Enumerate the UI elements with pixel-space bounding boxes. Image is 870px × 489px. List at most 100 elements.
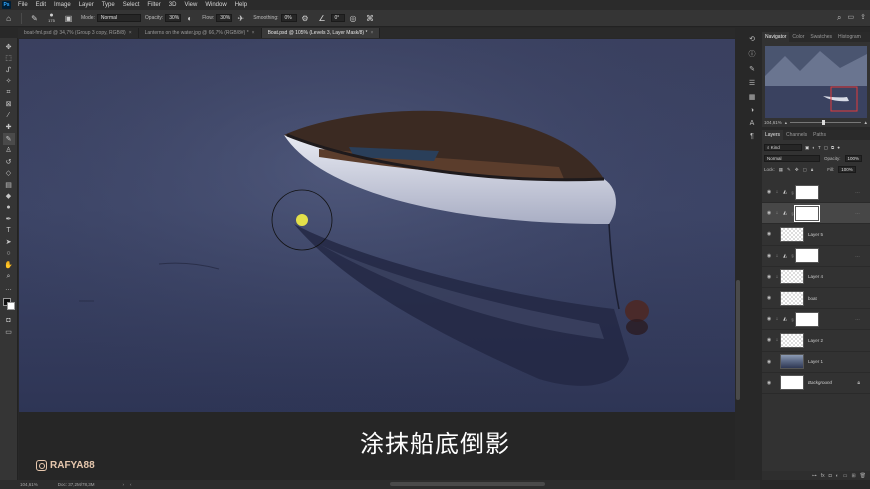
layer-thumbnail[interactable] xyxy=(780,354,804,370)
document-canvas[interactable] xyxy=(19,39,735,412)
hand-tool-icon[interactable]: ✋ xyxy=(3,260,15,272)
gradient-tool-icon[interactable]: ▤ xyxy=(3,179,15,191)
tab-swatches[interactable]: Swatches xyxy=(807,34,835,40)
shape-tool-icon[interactable]: ○ xyxy=(3,248,15,260)
paragraph-icon[interactable]: ¶ xyxy=(750,133,754,140)
layer-mask-thumbnail[interactable] xyxy=(795,248,819,264)
type-tool-icon[interactable]: T xyxy=(3,225,15,237)
healing-tool-icon[interactable]: ✚ xyxy=(3,122,15,134)
layer-thumbnail[interactable] xyxy=(780,375,804,391)
zoom-in-icon[interactable]: ▲ xyxy=(864,120,868,125)
quick-select-tool-icon[interactable]: ✧ xyxy=(3,76,15,88)
new-group-icon[interactable]: ▭ xyxy=(843,473,848,479)
new-layer-icon[interactable]: ⊞ xyxy=(851,473,855,479)
menu-help[interactable]: Help xyxy=(231,2,251,8)
blur-tool-icon[interactable]: ◆ xyxy=(3,191,15,203)
lock-artboard-icon[interactable]: ▢ xyxy=(803,167,807,173)
menu-layer[interactable]: Layer xyxy=(75,2,98,8)
layer-row-layer-5[interactable]: ◉ Layer 5 xyxy=(762,224,870,246)
navigator-zoom-value[interactable]: 104,61% xyxy=(764,120,782,125)
fx-icon[interactable]: fx xyxy=(821,473,825,479)
opacity-field[interactable]: 30% xyxy=(165,14,182,22)
menu-type[interactable]: Type xyxy=(98,2,119,8)
filter-smart-icon[interactable]: ⧉ xyxy=(831,145,834,150)
tab-paths[interactable]: Paths xyxy=(810,132,829,138)
search-icon[interactable]: ⌕ xyxy=(837,13,841,23)
screen-mode-icon[interactable]: ▭ xyxy=(3,327,15,339)
layer-mask-thumbnail[interactable] xyxy=(795,184,819,200)
layer-thumbnail[interactable] xyxy=(780,269,804,285)
tab-document-2[interactable]: Lanterns on the water.jpg @ 66,7% (RGB/8… xyxy=(139,28,262,38)
menu-view[interactable]: View xyxy=(180,2,201,8)
navigator-thumbnail[interactable] xyxy=(765,46,867,118)
frame-tool-icon[interactable]: ⊠ xyxy=(3,99,15,111)
menu-edit[interactable]: Edit xyxy=(32,2,50,8)
tab-document-1[interactable]: boat-fml.psd @ 34,7% (Group 3 copy, RGB/… xyxy=(18,28,139,38)
visibility-eye-icon[interactable]: ◉ xyxy=(764,295,774,301)
tab-document-3[interactable]: Boat.psd @ 105% (Levels 3, Layer Mask/8)… xyxy=(261,28,381,38)
more-tools-icon[interactable]: … xyxy=(3,283,15,295)
smoothing-field[interactable]: 0% xyxy=(280,14,297,22)
pressure-opacity-icon[interactable]: ◐ xyxy=(184,13,195,24)
layer-row-background[interactable]: ◉ Background 🔒︎ xyxy=(762,373,870,394)
layer-mask-thumbnail[interactable] xyxy=(794,204,820,222)
workspace-icon[interactable]: ▭ xyxy=(848,13,855,23)
lock-position-icon[interactable]: ✥ xyxy=(795,167,799,173)
menu-window[interactable]: Window xyxy=(201,2,230,8)
filter-shape-icon[interactable]: ▢ xyxy=(824,145,828,151)
symmetry-icon[interactable]: ⌘ xyxy=(365,13,376,24)
layer-row-levels-3[interactable]: ◉ ↓ ◭ § … xyxy=(762,203,870,225)
airbrush-icon[interactable]: ✈ xyxy=(235,13,246,24)
history-brush-icon[interactable]: ↺ xyxy=(3,156,15,168)
scroll-left-icon[interactable]: ‹ xyxy=(130,482,132,487)
close-icon[interactable]: × xyxy=(129,30,132,36)
info-icon[interactable]: ⓘ xyxy=(749,49,756,59)
flow-field[interactable]: 30% xyxy=(216,14,233,22)
path-select-tool-icon[interactable]: ➤ xyxy=(3,237,15,249)
layer-row-levels-2[interactable]: ◉ ↓ ◭ § … xyxy=(762,246,870,267)
share-icon[interactable]: ⇪ xyxy=(860,13,866,23)
character-icon[interactable]: A xyxy=(750,120,755,127)
navigator-zoom-slider[interactable] xyxy=(790,120,861,125)
zoom-tool-icon[interactable]: ⌕ xyxy=(3,271,15,283)
tab-color[interactable]: Color xyxy=(789,34,807,40)
lock-all-icon[interactable]: 🔒︎ xyxy=(811,167,813,172)
eraser-tool-icon[interactable]: ◇ xyxy=(3,168,15,180)
layer-row-levels-1[interactable]: ◉ ↓ ◭ § … xyxy=(762,182,870,204)
add-mask-icon[interactable]: ◘ xyxy=(829,473,832,479)
home-icon[interactable]: ⌂ xyxy=(3,13,14,24)
quick-mask-icon[interactable]: ◘ xyxy=(3,315,15,327)
layer-thumbnail[interactable] xyxy=(780,332,804,348)
visibility-eye-icon[interactable]: ◉ xyxy=(764,380,774,386)
status-zoom[interactable]: 104,61% xyxy=(20,482,38,487)
brush-settings-icon[interactable]: ▣ xyxy=(63,13,74,24)
layer-thumbnail[interactable] xyxy=(780,290,804,306)
properties-icon[interactable]: ▦ xyxy=(749,93,756,101)
layer-row-layer-1[interactable]: ◉ Layer 1 xyxy=(762,352,870,373)
move-tool-icon[interactable]: ✥ xyxy=(3,41,15,53)
visibility-eye-icon[interactable]: ◉ xyxy=(764,210,774,216)
layer-row-boat[interactable]: ◉ boat xyxy=(762,288,870,310)
tab-navigator[interactable]: Navigator xyxy=(762,32,790,42)
brush-tool-icon[interactable]: ✎ xyxy=(2,133,15,145)
filter-adjust-icon[interactable]: ◐ xyxy=(812,145,815,150)
mode-select[interactable]: Normal xyxy=(96,14,141,22)
crop-tool-icon[interactable]: ⌗ xyxy=(3,87,15,99)
visibility-eye-icon[interactable]: ◉ xyxy=(764,316,774,322)
dodge-tool-icon[interactable]: ● xyxy=(3,202,15,214)
status-arrow-icon[interactable]: › xyxy=(123,482,125,487)
layer-row-layer-4[interactable]: ◉ ↓ Layer 4 xyxy=(762,267,870,288)
color-swatches[interactable] xyxy=(2,297,16,311)
horizontal-scrollbar[interactable] xyxy=(390,482,545,486)
menu-image[interactable]: Image xyxy=(50,2,75,8)
blend-mode-select[interactable]: Normal xyxy=(764,155,820,162)
lock-transparent-icon[interactable]: ▦ xyxy=(779,167,783,173)
brushes-icon[interactable]: ✎ xyxy=(749,65,755,73)
gear-icon[interactable]: ⚙ xyxy=(300,13,311,24)
eyedropper-tool-icon[interactable]: ⁄ xyxy=(3,110,15,122)
tab-histogram[interactable]: Histogram xyxy=(835,34,864,40)
visibility-eye-icon[interactable]: ◉ xyxy=(764,231,774,237)
history-icon[interactable]: ⟲ xyxy=(749,35,755,43)
menu-3d[interactable]: 3D xyxy=(165,2,181,8)
stamp-tool-icon[interactable]: ♙ xyxy=(3,145,15,157)
